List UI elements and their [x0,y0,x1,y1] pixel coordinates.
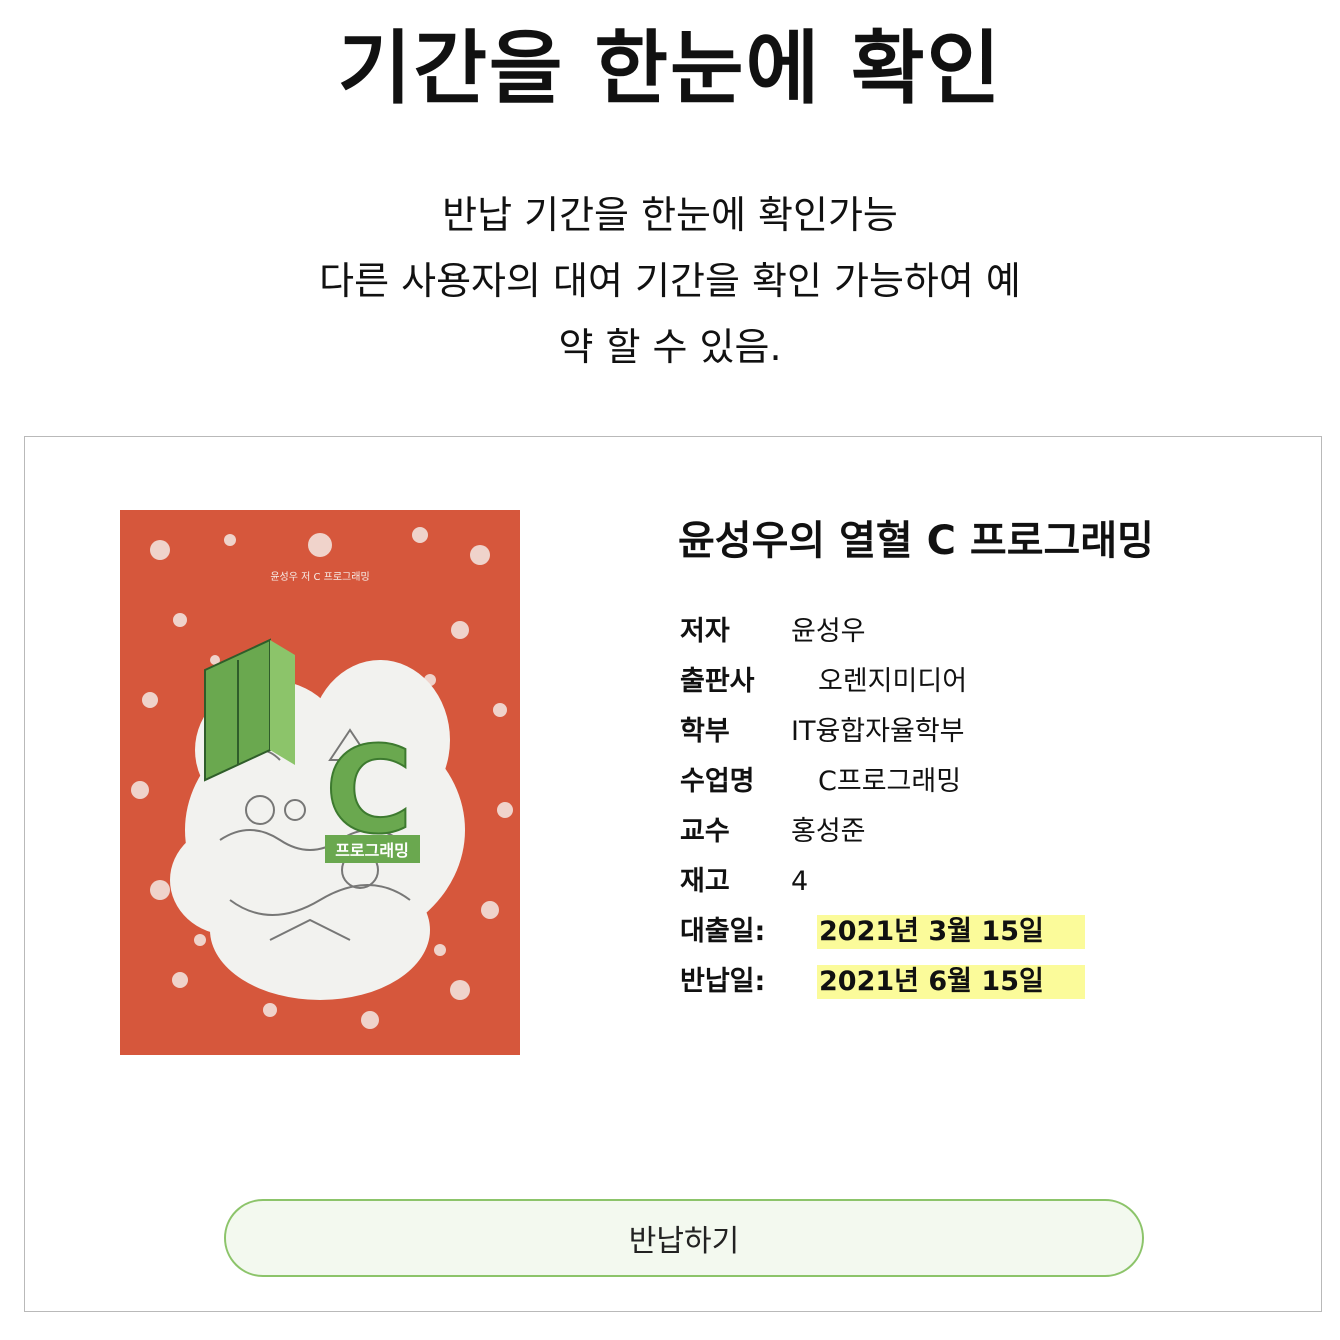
info-value: 오렌지미디어 [818,666,968,697]
info-label: 학부 [680,716,730,747]
book-cover-image: C 프로그래밍 윤성우 저 C 프로그래밍 [120,510,520,1055]
svg-text:프로그래밍: 프로그래밍 [335,841,409,860]
info-label: 출판사 [680,666,755,697]
info-label: 수업명 [680,766,755,797]
info-label: 대출일: [680,916,766,947]
book-title: 윤성우의 열혈 C 프로그래밍 [678,518,1154,564]
info-label: 반납일: [680,966,766,997]
info-value: 윤성우 [791,616,866,647]
svg-text:윤성우 저 C 프로그래밍: 윤성우 저 C 프로그래밍 [270,571,369,583]
page-title: 기간을 한눈에 확인 [337,22,1003,115]
info-label: 교수 [680,816,730,847]
info-label: 저자 [680,616,730,647]
page-description: 반납 기간을 한눈에 확인가능 다른 사용자의 대여 기간을 확인 가능하여 예… [0,182,1340,380]
cover-illustration: C 프로그래밍 윤성우 저 C 프로그래밍 [120,510,520,1055]
info-value: 4 [791,866,809,897]
return-button[interactable]: 반납하기 [224,1199,1144,1277]
info-label: 재고 [680,866,730,897]
description-line: 반납 기간을 한눈에 확인가능 [442,193,898,237]
book-card: C 프로그래밍 윤성우 저 C 프로그래밍 윤성우의 열혈 C 프로그래밍 저자… [24,436,1322,1312]
info-value: 홍성준 [791,816,866,847]
info-value: IT융합자율학부 [791,716,965,747]
info-value: C프로그래밍 [818,766,962,797]
loan-date-value: 2021년 3월 15일 [817,915,1085,949]
return-date-value: 2021년 6월 15일 [817,965,1085,999]
description-line: 다른 사용자의 대여 기간을 확인 가능하여 예 [319,259,1021,303]
description-line: 약 할 수 있음. [558,325,782,369]
